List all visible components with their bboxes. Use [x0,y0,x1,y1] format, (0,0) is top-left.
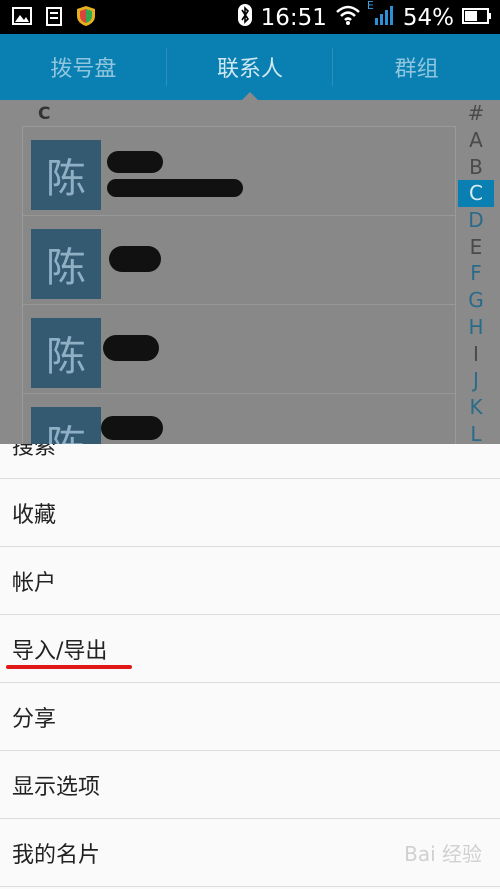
menu-item-label: 分享 [12,706,57,732]
signal-icon: E [366,0,395,33]
menu-item-import-export[interactable]: 导入/导出 [0,615,500,683]
highlight-underline [6,665,132,669]
alphabet-index[interactable]: # A B C D E F G H I J K L [458,100,494,444]
index-letter-active[interactable]: C [458,180,494,207]
contact-row[interactable]: 陈 [23,216,455,305]
battery-level: 54% [402,5,454,31]
wifi-icon [335,4,361,32]
tab-label: 群组 [394,57,439,82]
watermark: Bai 经验 [404,842,482,866]
bluetooth-icon [237,3,253,33]
menu-item-label: 显示选项 [12,774,101,800]
redacted-detail [107,179,243,197]
system-status: 16:51 E 54% [237,0,492,33]
contact-row[interactable]: 陈 [23,127,455,216]
tab-groups[interactable]: 群组 [333,34,500,100]
clock: 16:51 [260,5,327,31]
clipboard-icon [44,6,64,26]
tab-bar: 拨号盘 联系人 群组 [0,34,500,100]
redacted-name [103,335,159,361]
index-letter[interactable]: D [458,207,494,234]
avatar: 陈 [31,407,101,444]
image-icon [12,6,32,26]
menu-item-label: 导入/导出 [12,638,108,664]
avatar: 陈 [31,140,101,210]
notification-icons [12,6,96,26]
battery-icon [462,5,492,31]
index-letter[interactable]: E [458,233,494,260]
menu-item-favorites[interactable]: 收藏 [0,479,500,547]
tab-label: 拨号盘 [50,57,117,82]
menu-item-accounts[interactable]: 帐户 [0,547,500,615]
network-type: E [366,0,374,12]
avatar: 陈 [31,318,101,388]
contact-row[interactable]: 陈 [23,394,455,444]
tab-dialpad[interactable]: 拨号盘 [0,34,167,100]
index-letter[interactable]: F [458,260,494,287]
menu-item-label: 帐户 [12,570,57,596]
index-letter[interactable]: A [458,127,494,154]
menu-item-search[interactable]: 搜索 [0,444,500,479]
shield-icon [76,6,96,26]
menu-item-label: 收藏 [12,502,57,528]
section-header: C [38,104,51,124]
menu-item-label: 搜索 [12,444,57,460]
redacted-name [109,246,161,272]
menu-item-label: 我的名片 [12,842,101,868]
tab-contacts[interactable]: 联系人 [167,34,334,100]
contact-row[interactable]: 陈 [23,305,455,394]
redacted-name [101,416,163,440]
tab-label: 联系人 [217,57,284,82]
index-letter[interactable]: L [458,420,494,444]
index-letter[interactable]: H [458,314,494,341]
contact-list: 陈 陈 陈 陈 [22,126,456,444]
index-letter[interactable]: # [458,100,494,127]
menu-item-share[interactable]: 分享 [0,683,500,751]
index-letter[interactable]: G [458,287,494,314]
index-letter[interactable]: I [458,340,494,367]
index-letter[interactable]: J [458,367,494,394]
avatar: 陈 [31,229,101,299]
redacted-name [107,151,163,173]
menu-item-display-options[interactable]: 显示选项 [0,751,500,819]
index-letter[interactable]: B [458,153,494,180]
contact-list-overlay: C 陈 陈 陈 陈 # A B C D E F G H I J K L [0,100,500,444]
status-bar: 16:51 E 54% [0,0,500,34]
index-letter[interactable]: K [458,394,494,421]
